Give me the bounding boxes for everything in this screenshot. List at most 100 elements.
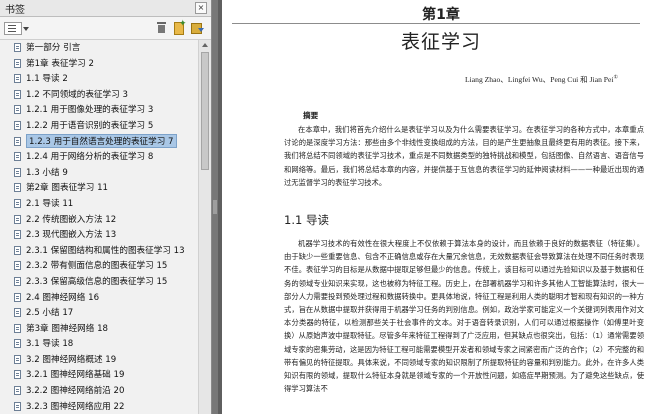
bookmark-label: 第2章 图表征学习 11 xyxy=(26,183,109,194)
bookmark-label: 1.3 小结 9 xyxy=(26,167,68,178)
bookmark-page-icon xyxy=(14,245,21,255)
bookmark-label: 2.2 传统图嵌入方法 12 xyxy=(26,214,117,225)
panel-title-bar: 书签 × xyxy=(0,0,211,17)
footnote-mark: ① xyxy=(613,75,618,81)
section-heading: 1.1 导读 xyxy=(284,213,329,227)
body-block: 机器学习技术的有效性在很大程度上不仅依赖于算法本身的设计，而且依赖于良好的数据表… xyxy=(284,237,644,414)
bookmark-page-icon xyxy=(14,214,21,224)
bookmark-label: 1.2.3 用于自然语言处理的表征学习 7 xyxy=(26,133,177,148)
bookmark-item[interactable]: 2.3 现代图嵌入方法 13 xyxy=(0,227,198,243)
bookmark-page-icon xyxy=(14,401,21,411)
bookmark-item[interactable]: 1.2.3 用于自然语言处理的表征学习 7 xyxy=(0,133,198,150)
bookmark-page-icon xyxy=(14,339,21,349)
bookmark-label: 2.3.2 带有侧面信息的图表征学习 15 xyxy=(26,261,168,272)
bookmark-item[interactable]: 1.3 小结 9 xyxy=(0,165,198,181)
bookmark-label: 第一部分 引言 xyxy=(26,43,81,53)
bookmark-label: 3.2.1 图神经网络基础 19 xyxy=(26,370,125,381)
bookmark-label: 第3章 图神经网络 18 xyxy=(26,323,109,334)
bookmark-label: 1.2.2 用于语音识别的表征学习 5 xyxy=(26,120,154,131)
splitter-grip[interactable] xyxy=(213,200,217,214)
new-bookmark-icon[interactable]: ✦ xyxy=(172,19,187,35)
bookmark-page-icon xyxy=(14,89,21,99)
bookmarks-toolbar: ✦ xyxy=(0,17,211,40)
close-panel-button[interactable]: × xyxy=(195,2,207,14)
bookmark-item[interactable]: 3.2.1 图神经网络基础 19 xyxy=(0,367,198,383)
bookmark-page-icon xyxy=(14,58,21,68)
bookmark-item[interactable]: 3.2.3 图神经网络应用 22 xyxy=(0,399,198,414)
bookmark-page-icon xyxy=(14,105,21,115)
bookmark-label: 第1章 表征学习 2 xyxy=(26,58,94,69)
authors-line: Liang Zhao、Lingfei Wu、Peng Cui 和 Jian Pe… xyxy=(465,74,618,85)
bookmark-label: 1.2.4 用于网络分析的表征学习 8 xyxy=(26,152,154,163)
bookmark-item[interactable]: 第2章 图表征学习 11 xyxy=(0,180,198,196)
bookmark-label: 2.3 现代图嵌入方法 13 xyxy=(26,230,117,241)
chevron-down-icon[interactable] xyxy=(23,27,29,31)
bookmark-list: 第一部分 引言第1章 表征学习 2 1.1 导读 2 1.2 不同领域的表征学习 3… xyxy=(0,40,198,414)
bookmark-page-icon xyxy=(14,292,21,302)
bookmark-label: 2.1 导读 11 xyxy=(26,198,74,209)
bookmark-page-icon xyxy=(14,183,21,193)
bookmark-label: 1.2.1 用于图像处理的表征学习 3 xyxy=(26,105,154,116)
chapter-divider xyxy=(232,23,640,24)
bookmark-page-icon xyxy=(14,198,21,208)
bookmark-page-icon xyxy=(14,261,21,271)
bookmark-label: 1.2 不同领域的表征学习 3 xyxy=(26,89,128,100)
abstract-text: 在本章中，我们将首先介绍什么是表征学习以及为什么需要表征学习。在表征学习的各种方… xyxy=(284,125,644,187)
bookmark-item[interactable]: 第1章 表征学习 2 xyxy=(0,56,198,72)
bookmark-page-icon xyxy=(14,386,21,396)
bookmark-item[interactable]: 1.2.4 用于网络分析的表征学习 8 xyxy=(0,149,198,165)
delete-bookmark-icon[interactable] xyxy=(155,21,168,34)
body-text: 机器学习技术的有效性在很大程度上不仅依赖于算法本身的设计，而且依赖于良好的数据表… xyxy=(284,239,644,394)
bookmark-item[interactable]: 3.1 导读 18 xyxy=(0,336,198,352)
bookmark-item[interactable]: 第一部分 引言 xyxy=(0,40,198,56)
scrollbar-thumb[interactable] xyxy=(201,52,209,170)
bookmark-page-icon xyxy=(14,167,21,177)
bookmark-label: 2.4 图神经网络 16 xyxy=(26,292,100,303)
bookmark-item[interactable]: 1.2.2 用于语音识别的表征学习 5 xyxy=(0,118,198,134)
bookmark-page-icon xyxy=(14,74,21,84)
bookmarks-panel: 书签 × ✦ 第一部分 引言第1章 表征学习 2 1.1 导读 2 1.2 不同领域… xyxy=(0,0,212,414)
bookmark-page-icon xyxy=(14,230,21,240)
bookmark-item[interactable]: 2.1 导读 11 xyxy=(0,196,198,212)
bookmark-item[interactable]: 1.2.1 用于图像处理的表征学习 3 xyxy=(0,102,198,118)
bookmark-page-icon xyxy=(14,308,21,318)
bookmark-item[interactable]: 2.3.1 保留图结构和属性的图表征学习 13 xyxy=(0,243,198,259)
scroll-up-arrow-icon[interactable] xyxy=(202,43,208,47)
bookmark-label: 3.1 导读 18 xyxy=(26,339,74,350)
options-menu-icon[interactable] xyxy=(4,22,22,35)
bookmark-page-icon xyxy=(14,43,21,52)
document-page: 第1章 表征学习 Liang Zhao、Lingfei Wu、Peng Cui … xyxy=(222,0,660,414)
chapter-title: 表征学习 xyxy=(400,31,481,53)
bookmark-item[interactable]: 第3章 图神经网络 18 xyxy=(0,321,198,337)
bookmark-label: 2.3.3 保留高级信息的图表征学习 15 xyxy=(26,276,168,287)
bookmark-page-icon xyxy=(14,354,21,364)
bookmark-item[interactable]: 2.3.3 保留高级信息的图表征学习 15 xyxy=(0,274,198,290)
bookmark-page-icon xyxy=(14,136,21,146)
bookmark-item[interactable]: 3.2 图神经网络概述 19 xyxy=(0,352,198,368)
bookmark-item[interactable]: 1.1 导读 2 xyxy=(0,71,198,87)
bookmark-scrollbar[interactable] xyxy=(198,40,211,414)
bookmark-item[interactable]: 2.4 图神经网络 16 xyxy=(0,290,198,306)
abstract-heading: 摘要 xyxy=(303,111,319,120)
bookmark-label: 3.2 图神经网络概述 19 xyxy=(26,354,117,365)
bookmark-item[interactable]: 1.2 不同领域的表征学习 3 xyxy=(0,87,198,103)
bookmark-item[interactable]: 2.2 传统图嵌入方法 12 xyxy=(0,212,198,228)
bookmark-label: 3.2.3 图神经网络应用 22 xyxy=(26,401,125,412)
bookmark-label: 3.2.2 图神经网络前沿 20 xyxy=(26,386,125,397)
bookmark-page-icon xyxy=(14,276,21,286)
panel-splitter[interactable] xyxy=(212,0,218,414)
expand-bookmark-icon[interactable] xyxy=(190,21,204,34)
chapter-number: 第1章 xyxy=(422,7,460,23)
bookmark-page-icon xyxy=(14,152,21,162)
panel-title: 书签 xyxy=(5,5,25,16)
authors: Liang Zhao、Lingfei Wu、Peng Cui 和 Jian Pe… xyxy=(465,75,614,84)
bookmark-item[interactable]: 3.2.2 图神经网络前沿 20 xyxy=(0,383,198,399)
bookmark-page-icon xyxy=(14,120,21,130)
bookmark-page-icon xyxy=(14,323,21,333)
bookmark-page-icon xyxy=(14,370,21,380)
abstract-block: 在本章中，我们将首先介绍什么是表征学习以及为什么需要表征学习。在表征学习的各种方… xyxy=(284,123,644,189)
bookmark-label: 2.3.1 保留图结构和属性的图表征学习 13 xyxy=(26,245,185,256)
bookmark-item[interactable]: 2.5 小结 17 xyxy=(0,305,198,321)
bookmark-item[interactable]: 2.3.2 带有侧面信息的图表征学习 15 xyxy=(0,258,198,274)
bookmark-label: 1.1 导读 2 xyxy=(26,74,68,85)
